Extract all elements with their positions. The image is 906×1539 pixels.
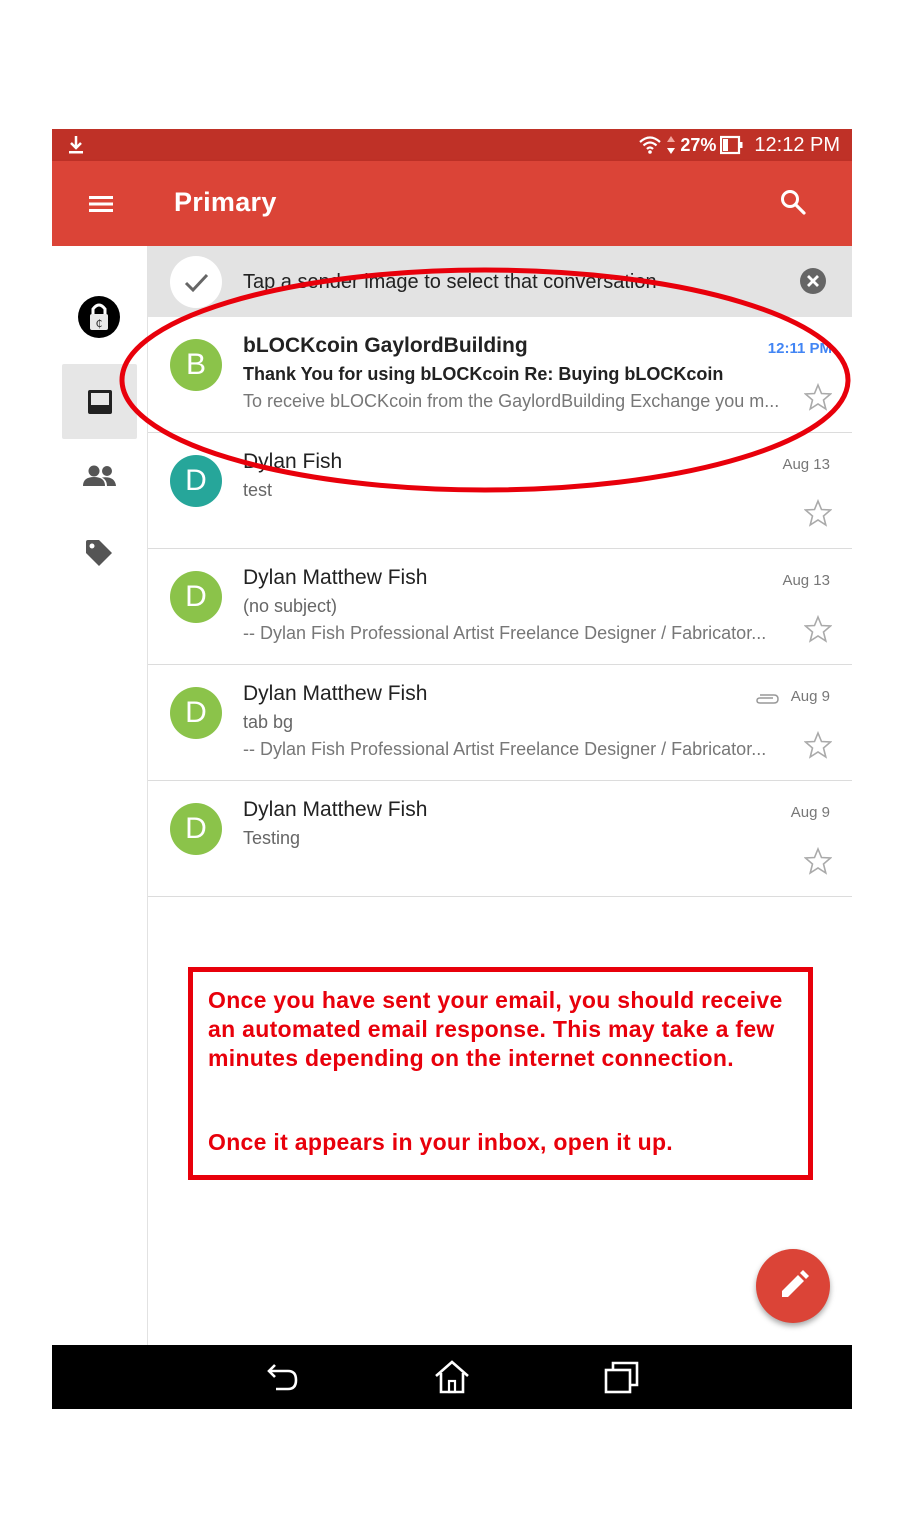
email-subject: tab bg <box>243 712 294 732</box>
conversation-row[interactable]: B bLOCKcoin GaylordBuilding Thank You fo… <box>148 317 852 433</box>
navigation-rail: ₵ <box>52 246 148 1345</box>
wifi-icon <box>639 136 662 154</box>
star-icon[interactable] <box>804 847 832 875</box>
battery-icon <box>720 135 743 155</box>
download-icon <box>69 136 83 154</box>
conversation-row[interactable]: D Dylan Matthew Fish Testing Aug 9 <box>148 781 852 897</box>
attachment-icon <box>756 694 779 704</box>
conversation-list: Tap a sender image to select that conver… <box>148 246 852 1345</box>
sender-name: Dylan Fish <box>243 450 343 473</box>
instruction-callout: Once you have sent your email, you shoul… <box>188 967 813 1180</box>
sender-name: Dylan Matthew Fish <box>243 798 428 821</box>
sender-name: Dylan Matthew Fish <box>243 566 428 589</box>
star-icon[interactable] <box>804 615 832 643</box>
email-date: Aug 13 <box>782 572 830 589</box>
status-time: 12:12 PM <box>754 133 840 156</box>
email-subject: Thank You for using bLOCKcoin Re: Buying… <box>243 364 724 384</box>
email-date: 12:11 PM <box>767 340 832 357</box>
tip-check-circle <box>170 256 222 308</box>
selection-tip-banner: Tap a sender image to select that conver… <box>148 246 852 317</box>
account-avatar[interactable]: ₵ <box>78 296 120 338</box>
email-subject: Testing <box>243 828 301 848</box>
battery-percent: 27% <box>680 134 717 155</box>
pencil-icon <box>782 1270 809 1297</box>
star-icon[interactable] <box>804 731 832 759</box>
sender-name: bLOCKcoin GaylordBuilding <box>243 334 528 357</box>
email-snippet: -- Dylan Fish Professional Artist Freela… <box>243 623 767 643</box>
dismiss-tip-button[interactable] <box>800 268 826 294</box>
email-subject: (no subject) <box>243 596 338 616</box>
conversation-row[interactable]: D Dylan Matthew Fish tab bg -- Dylan Fis… <box>148 665 852 781</box>
contacts-icon[interactable] <box>82 464 118 488</box>
lock-coin-logo-icon: ₵ <box>90 303 108 330</box>
search-icon[interactable] <box>778 187 808 217</box>
app-bar: Primary <box>52 161 852 246</box>
back-icon[interactable] <box>262 1359 302 1395</box>
email-snippet: To receive bLOCKcoin from the GaylordBui… <box>243 391 780 411</box>
page-title: Primary <box>174 187 277 217</box>
sender-avatar[interactable]: B <box>170 339 222 391</box>
email-date: Aug 9 <box>790 804 830 821</box>
sender-avatar[interactable]: D <box>170 571 222 623</box>
conversation-row[interactable]: D Dylan Matthew Fish (no subject) -- Dyl… <box>148 549 852 665</box>
email-subject: test <box>243 480 273 500</box>
recent-apps-icon[interactable] <box>602 1359 642 1395</box>
sender-name: Dylan Matthew Fish <box>243 682 428 705</box>
compose-button[interactable] <box>756 1249 830 1323</box>
star-icon[interactable] <box>804 499 832 527</box>
status-bar: 27% 12:12 PM <box>52 129 852 161</box>
check-icon <box>184 273 209 293</box>
sender-avatar[interactable]: D <box>170 687 222 739</box>
email-snippet: -- Dylan Fish Professional Artist Freela… <box>243 739 767 759</box>
inbox-icon <box>88 390 112 414</box>
svg-text:₵: ₵ <box>96 317 103 330</box>
instruction-text-2: Once it appears in your inbox, open it u… <box>208 1129 673 1155</box>
inbox-nav-item[interactable] <box>62 364 137 439</box>
sender-avatar[interactable]: D <box>170 455 222 507</box>
hamburger-menu-icon[interactable] <box>86 189 116 219</box>
gmail-app-screen: 27% 12:12 PM Primary ₵ Tap a sender imag… <box>52 129 852 1409</box>
system-navigation-bar <box>52 1345 852 1409</box>
home-icon[interactable] <box>432 1359 472 1395</box>
instruction-text-1: Once you have sent your email, you shoul… <box>208 987 783 1071</box>
conversation-row[interactable]: D Dylan Fish test Aug 13 <box>148 433 852 549</box>
star-icon[interactable] <box>804 383 832 411</box>
sender-avatar[interactable]: D <box>170 803 222 855</box>
email-date: Aug 13 <box>782 456 830 473</box>
status-indicators: 27% 12:12 PM <box>638 133 840 157</box>
label-tag-icon[interactable] <box>84 538 114 568</box>
tip-text: Tap a sender image to select that conver… <box>243 271 657 293</box>
email-date: Aug 9 <box>790 688 830 705</box>
close-icon <box>807 275 819 287</box>
data-arrows-icon <box>667 136 676 154</box>
